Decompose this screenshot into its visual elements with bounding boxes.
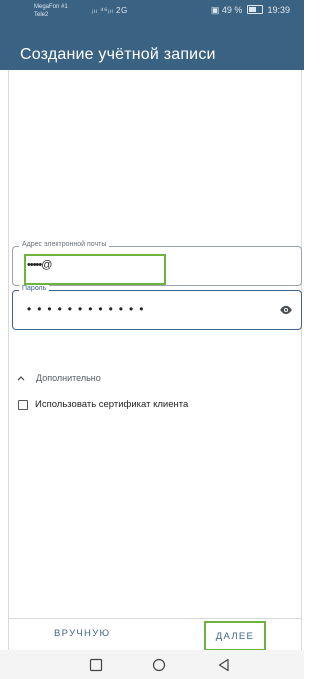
- carrier-line-1: MegaFon #1: [34, 4, 68, 10]
- circle-icon[interactable]: [152, 658, 166, 672]
- advanced-toggle[interactable]: Дополнительно: [16, 373, 101, 383]
- password-input[interactable]: ••••••••••••: [27, 302, 149, 316]
- page-title: Создание учётной записи: [20, 46, 216, 63]
- carrier-line-2: Tele2: [34, 12, 49, 18]
- client-cert-checkbox[interactable]: [18, 399, 28, 410]
- signal-indicators: ᵢₗₗ ⁴⁶ᵢₗₗ 2G: [92, 6, 128, 15]
- app-bar: Создание учётной записи: [0, 22, 304, 70]
- battery-percent: 49 %: [221, 5, 243, 15]
- content-area: [8, 70, 302, 618]
- nfc-icon: ▣: [210, 5, 220, 15]
- status-right: ▣ 49 % 19:39: [211, 5, 290, 16]
- chevron-up-icon: [17, 376, 25, 381]
- email-highlight-box: [24, 254, 166, 285]
- eye-icon[interactable]: [279, 303, 293, 317]
- status-bar: MegaFon #1 Tele2 ᵢₗₗ ⁴⁶ᵢₗₗ 2G ▣ 49 % 19:…: [0, 0, 304, 22]
- client-cert-label: Использовать сертификат клиента: [35, 399, 189, 410]
- square-icon[interactable]: [89, 658, 103, 672]
- phone-screen: MegaFon #1 Tele2 ᵢₗₗ ⁴⁶ᵢₗₗ 2G ▣ 49 % 19:…: [0, 0, 304, 679]
- password-field-label: Пароль: [19, 285, 50, 292]
- carrier-info: MegaFon #1 Tele2: [34, 3, 68, 19]
- email-field-label: Адрес электронной почты: [19, 241, 110, 248]
- system-nav-bar: [0, 650, 304, 679]
- battery-icon: [246, 5, 263, 14]
- next-button[interactable]: ДАЛЕЕ: [204, 621, 266, 651]
- password-field[interactable]: Пароль ••••••••••••: [12, 285, 302, 330]
- advanced-label: Дополнительно: [36, 373, 101, 383]
- triangle-back-icon[interactable]: [217, 658, 231, 672]
- manual-button[interactable]: ВРУЧНУЮ: [54, 628, 110, 639]
- client-cert-option[interactable]: Использовать сертификат клиента: [18, 399, 188, 410]
- clock: 19:39: [267, 5, 290, 15]
